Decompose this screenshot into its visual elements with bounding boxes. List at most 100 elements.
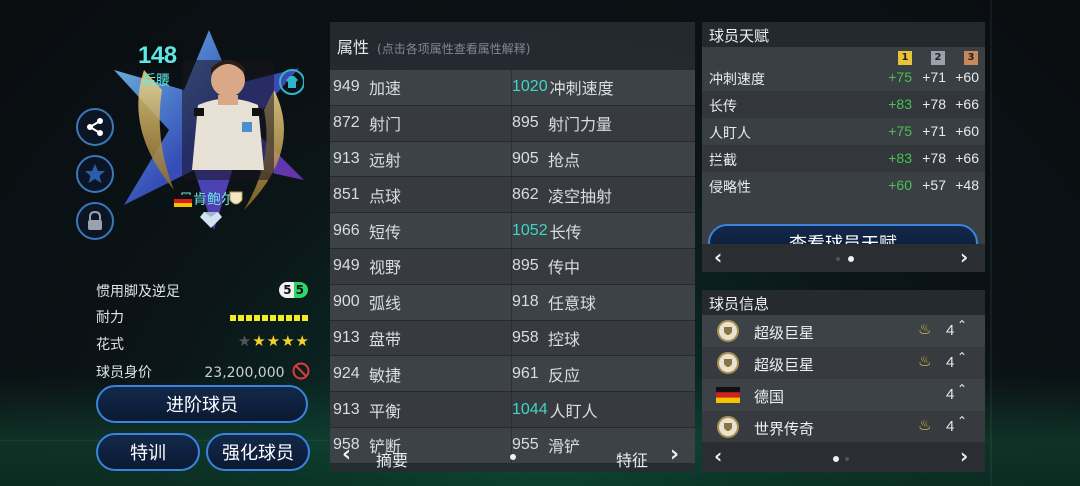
chevron-up-icon: ⌃: [957, 318, 968, 332]
talent-name: 长传: [709, 99, 737, 115]
talents-next-arrow[interactable]: ›: [960, 246, 968, 268]
preferred-foot-value: 55: [279, 282, 308, 298]
attribute-name: 抢点: [548, 150, 581, 170]
attributes-summary-tab[interactable]: 摘要: [376, 447, 408, 471]
attribute-cell[interactable]: 900 弧线: [330, 284, 512, 320]
talents-title: 球员天赋: [709, 27, 770, 45]
attribute-name: 弧线: [369, 294, 402, 314]
talent-tier-value: +83: [888, 96, 912, 112]
player-info-row[interactable]: 超级巨星 ♨ 4 ⌃: [702, 315, 985, 347]
attributes-next-arrow[interactable]: ›: [670, 444, 679, 466]
player-info-panel: 球员信息 超级巨星 ♨ 4 ⌃ 超级巨星 ♨ 4 ⌃ 德国 4 ⌃ 世界传奇 ♨ 4 ⌃ ‹ ›: [702, 290, 985, 472]
talent-tier-value: +66: [955, 150, 979, 166]
attribute-cell[interactable]: 966 短传: [330, 213, 512, 248]
attribute-row: 966 短传 1052 长传: [330, 213, 695, 249]
special-training-button[interactable]: 特训: [96, 433, 200, 471]
attribute-cell[interactable]: 958 控球: [512, 321, 694, 356]
club-badge-icon: [229, 191, 243, 205]
attribute-cell[interactable]: 918 任意球: [512, 285, 694, 320]
player-info-count: 4: [946, 418, 955, 435]
attribute-row: 872 射门 895 射门力量: [330, 105, 695, 142]
talent-tier-value: +60: [888, 177, 912, 193]
chevron-up-icon: ⌃: [957, 350, 968, 364]
attribute-cell[interactable]: 961 反应: [512, 356, 694, 391]
attribute-cell[interactable]: 905 抢点: [512, 142, 694, 177]
talent-row[interactable]: 拦截 +83 +78 +66: [702, 145, 985, 172]
player-info-row[interactable]: 世界传奇 ♨ 4 ⌃: [702, 411, 985, 443]
player-info-row[interactable]: 德国 4 ⌃: [702, 379, 985, 411]
tier-2-badge: 2: [931, 51, 945, 65]
attribute-name: 传中: [548, 258, 581, 278]
talent-tier-value: +75: [888, 123, 912, 139]
attribute-cell[interactable]: 913 远射: [330, 141, 512, 177]
attribute-name: 反应: [548, 365, 581, 385]
tier-1-badge: 1: [898, 51, 912, 65]
page-dot: [845, 457, 849, 461]
attribute-cell[interactable]: 851 点球: [330, 177, 512, 213]
talent-tier-value: +60: [955, 123, 979, 139]
skill-moves-row: 花式 ★★★★★: [96, 332, 310, 356]
player-info-prev-arrow[interactable]: ‹: [714, 445, 722, 467]
attribute-value: 1020: [512, 78, 548, 96]
attributes-header: 属性 (点击各项属性查看属性解释): [330, 22, 695, 66]
skill-moves-label: 花式: [96, 337, 124, 353]
superstar-badge-icon: [717, 320, 739, 342]
talent-row[interactable]: 人盯人 +75 +71 +60: [702, 118, 985, 145]
attribute-cell[interactable]: 949 视野: [330, 248, 512, 284]
attribute-name: 盘带: [369, 329, 402, 349]
talent-row[interactable]: 侵略性 +60 +57 +48: [702, 172, 985, 199]
germany-flag: [716, 387, 740, 403]
attribute-cell[interactable]: 1044 人盯人: [512, 392, 694, 427]
attribute-name: 点球: [369, 186, 402, 206]
skill-stars: ★★★★★: [238, 332, 310, 350]
stamina-segment: [246, 315, 252, 321]
attribute-cell[interactable]: 895 射门力量: [512, 106, 694, 141]
card-rating: 148: [138, 42, 177, 69]
germany-flag: [174, 195, 192, 207]
stamina-segment: [286, 315, 292, 321]
attribute-name: 控球: [548, 329, 581, 349]
attribute-name: 视野: [369, 258, 402, 278]
player-info-title: 球员信息: [709, 295, 770, 313]
attribute-cell[interactable]: 924 敏捷: [330, 356, 512, 392]
genie-lamp-icon: ♨: [918, 416, 932, 434]
player-value-row: 球员身价 23,200,000: [96, 362, 310, 384]
player-info-row[interactable]: 超级巨星 ♨ 4 ⌃: [702, 347, 985, 379]
preferred-foot-row: 惯用脚及逆足 55: [96, 281, 310, 303]
player-info-next-arrow[interactable]: ›: [960, 445, 968, 467]
attribute-cell[interactable]: 913 盘带: [330, 320, 512, 356]
attribute-name: 凌空抽射: [548, 186, 613, 206]
player-card[interactable]: 148 后腰 贝肯鲍尔: [96, 22, 308, 230]
attributes-prev-arrow[interactable]: ‹: [342, 444, 351, 466]
attribute-cell[interactable]: 913 平衡: [330, 392, 512, 427]
attribute-cell[interactable]: 1052 长传: [512, 213, 694, 248]
attribute-cell[interactable]: 862 凌空抽射: [512, 177, 694, 212]
chevron-up-icon: ⌃: [957, 414, 968, 428]
attribute-value: 1052: [512, 221, 548, 239]
lock-button[interactable]: [76, 202, 114, 240]
talent-name: 拦截: [709, 153, 737, 169]
player-info-label: 超级巨星: [754, 324, 815, 342]
attributes-traits-tab[interactable]: 特征: [616, 447, 648, 471]
attribute-name: 平衡: [369, 401, 402, 421]
attribute-cell[interactable]: 895 传中: [512, 249, 694, 284]
attribute-name: 长传: [549, 222, 582, 242]
attribute-row: 913 盘带 958 控球: [330, 320, 695, 357]
enhance-player-button[interactable]: 强化球员: [206, 433, 310, 471]
attribute-cell[interactable]: 872 射门: [330, 105, 512, 141]
attribute-cell[interactable]: 949 加速: [330, 70, 512, 105]
star-empty-icon: ★: [237, 332, 253, 350]
star-filled-icon: ★: [266, 332, 282, 350]
stamina-row: 耐力: [96, 307, 310, 329]
advance-player-button[interactable]: 进阶球员: [96, 385, 308, 423]
attribute-cell[interactable]: 1020 冲刺速度: [512, 70, 694, 105]
favorite-button[interactable]: [76, 155, 114, 193]
talent-row[interactable]: 冲刺速度 +75 +71 +60: [702, 64, 985, 91]
superstar-badge-icon: [717, 352, 739, 374]
talents-prev-arrow[interactable]: ‹: [714, 246, 722, 268]
attributes-list: 949 加速 1020 冲刺速度 872 射门 895 射门力量 913 远射 905 抢点 851 点球…: [330, 70, 695, 464]
talents-body: 1 2 3 冲刺速度 +75 +71 +60 长传 +83 +78 +66 人盯人 +75 +71 +…: [702, 47, 985, 272]
share-button[interactable]: [76, 108, 114, 146]
talent-row[interactable]: 长传 +83 +78 +66: [702, 91, 985, 118]
attribute-value: 862: [512, 185, 539, 203]
